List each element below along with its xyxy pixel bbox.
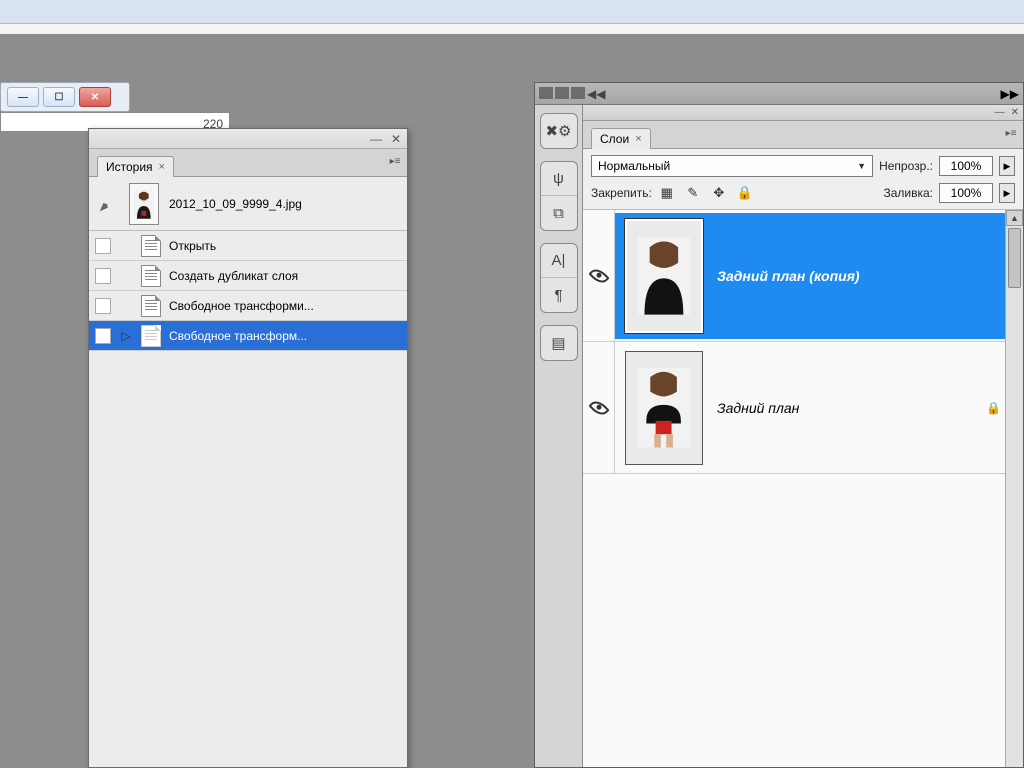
panel-close-icon[interactable]: ✕ (389, 132, 403, 146)
layers-tab-row: Слои × ▸≡ (583, 121, 1023, 149)
layers-panel-header[interactable]: — ✕ (583, 105, 1023, 121)
history-brush-icon (95, 192, 119, 216)
history-panel-header[interactable]: — ✕ (89, 129, 407, 149)
tool-settings-icon[interactable]: ✖⚙ (541, 114, 577, 148)
dock-grip-icon[interactable] (539, 87, 585, 101)
clone-source-panel-icon[interactable]: ⧉ (541, 196, 577, 230)
fill-slider-toggle[interactable]: ▶ (999, 183, 1015, 203)
window-maximize-button[interactable]: ☐ (43, 87, 75, 107)
lock-all-icon[interactable]: 🔒 (736, 184, 754, 202)
close-tab-icon[interactable]: × (159, 161, 165, 173)
fill-label: Заливка: (883, 186, 933, 200)
lock-pixels-icon[interactable]: ✎ (684, 184, 702, 202)
eye-icon (588, 397, 609, 418)
history-current-marker: ▷ (119, 329, 133, 343)
history-tab-row: История × ▸≡ (89, 149, 407, 177)
history-panel: — ✕ История × ▸≡ 2012_10_09_9999_4.jpg О… (88, 128, 408, 768)
dock-top-bar[interactable]: ◀◀ ▶▶ (535, 83, 1023, 105)
lock-transparency-icon[interactable]: ▦ (658, 184, 676, 202)
window-minimize-button[interactable]: — (7, 87, 39, 107)
layer-list-scrollbar[interactable]: ▲ (1005, 210, 1023, 767)
layer-visibility-toggle[interactable] (583, 342, 615, 473)
dock-scroll-left-icon[interactable]: ◀◀ (587, 87, 601, 101)
history-state-list: Открыть Создать дубликат слоя Свободное … (89, 231, 407, 767)
layers-tab[interactable]: Слои × (591, 128, 651, 149)
layer-row[interactable]: Задний план (копия) (583, 210, 1023, 342)
layer-thumbnail[interactable] (625, 219, 703, 333)
character-panel-icon[interactable]: A| (541, 244, 577, 278)
scroll-thumb[interactable] (1008, 228, 1021, 288)
layers-controls: Нормальный ▼ Непрозр.: 100% ▶ Закрепить:… (583, 149, 1023, 210)
brushes-panel-icon[interactable]: ψ (541, 162, 577, 196)
dock-scroll-right-icon[interactable]: ▶▶ (1001, 87, 1019, 101)
right-dock: ◀◀ ▶▶ ✖⚙ ψ ⧉ A| ¶ ▤ — ✕ (534, 82, 1024, 768)
history-snapshot-toggle[interactable] (95, 238, 111, 254)
history-item[interactable]: ▷ Свободное трансформ... (89, 321, 407, 351)
dropdown-arrow-icon: ▼ (857, 161, 866, 171)
eye-icon (588, 265, 609, 286)
history-snapshot-toggle[interactable] (95, 298, 111, 314)
panel-menu-icon[interactable]: ▸≡ (1003, 127, 1019, 139)
layer-visibility-toggle[interactable] (583, 210, 615, 341)
blend-mode-value: Нормальный (598, 159, 670, 173)
history-item-label: Открыть (169, 239, 216, 253)
scroll-up-icon[interactable]: ▲ (1006, 210, 1023, 226)
app-menubar-area (0, 0, 1024, 24)
layer-name-label: Задний план (717, 400, 799, 416)
lock-label: Закрепить: (591, 186, 652, 200)
opacity-value: 100% (951, 159, 982, 173)
close-tab-icon[interactable]: × (635, 133, 641, 145)
layer-row[interactable]: Задний план 🔒 (583, 342, 1023, 474)
layer-name-label: Задний план (копия) (717, 268, 860, 284)
history-snapshot-toggle[interactable] (95, 328, 111, 344)
history-tab-label: История (106, 160, 153, 174)
history-item[interactable]: Свободное трансформи... (89, 291, 407, 321)
history-snapshot-toggle[interactable] (95, 268, 111, 284)
layers-panel: — ✕ Слои × ▸≡ Нормальный ▼ Непрозр.: 100… (583, 105, 1023, 767)
layer-list: Задний план (копия) Задний план 🔒 ▲ (583, 210, 1023, 767)
history-item[interactable]: Открыть (89, 231, 407, 261)
history-tab[interactable]: История × (97, 156, 174, 177)
history-document-thumbnail (129, 183, 159, 225)
history-item-label: Создать дубликат слоя (169, 269, 298, 283)
panel-menu-icon[interactable]: ▸≡ (387, 155, 403, 167)
history-document-row[interactable]: 2012_10_09_9999_4.jpg (89, 177, 407, 231)
history-item[interactable]: Создать дубликат слоя (89, 261, 407, 291)
panel-minimize-icon[interactable]: — (995, 107, 1005, 118)
history-step-icon (141, 235, 161, 257)
opacity-slider-toggle[interactable]: ▶ (999, 156, 1015, 176)
workspace-top-border (0, 24, 1024, 34)
panel-close-icon[interactable]: ✕ (1011, 107, 1019, 118)
history-item-label: Свободное трансформ... (169, 329, 307, 343)
opacity-label: Непрозр.: (879, 159, 933, 173)
fill-field[interactable]: 100% (939, 183, 993, 203)
lock-icon: 🔒 (986, 401, 1001, 415)
tool-column: ✖⚙ ψ ⧉ A| ¶ ▤ (535, 105, 583, 767)
panel-minimize-icon[interactable]: — (369, 132, 383, 146)
blend-mode-select[interactable]: Нормальный ▼ (591, 155, 873, 177)
history-item-label: Свободное трансформи... (169, 299, 314, 313)
window-close-button[interactable]: ✕ (79, 87, 111, 107)
lock-position-icon[interactable]: ✥ (710, 184, 728, 202)
paragraph-panel-icon[interactable]: ¶ (541, 278, 577, 312)
history-step-icon (141, 295, 161, 317)
fill-value: 100% (951, 186, 982, 200)
layers-tab-label: Слои (600, 132, 629, 146)
history-document-name: 2012_10_09_9999_4.jpg (169, 197, 302, 211)
history-step-icon (141, 325, 161, 347)
opacity-field[interactable]: 100% (939, 156, 993, 176)
history-step-icon (141, 265, 161, 287)
layer-thumbnail[interactable] (625, 351, 703, 465)
layer-comps-panel-icon[interactable]: ▤ (541, 326, 577, 360)
